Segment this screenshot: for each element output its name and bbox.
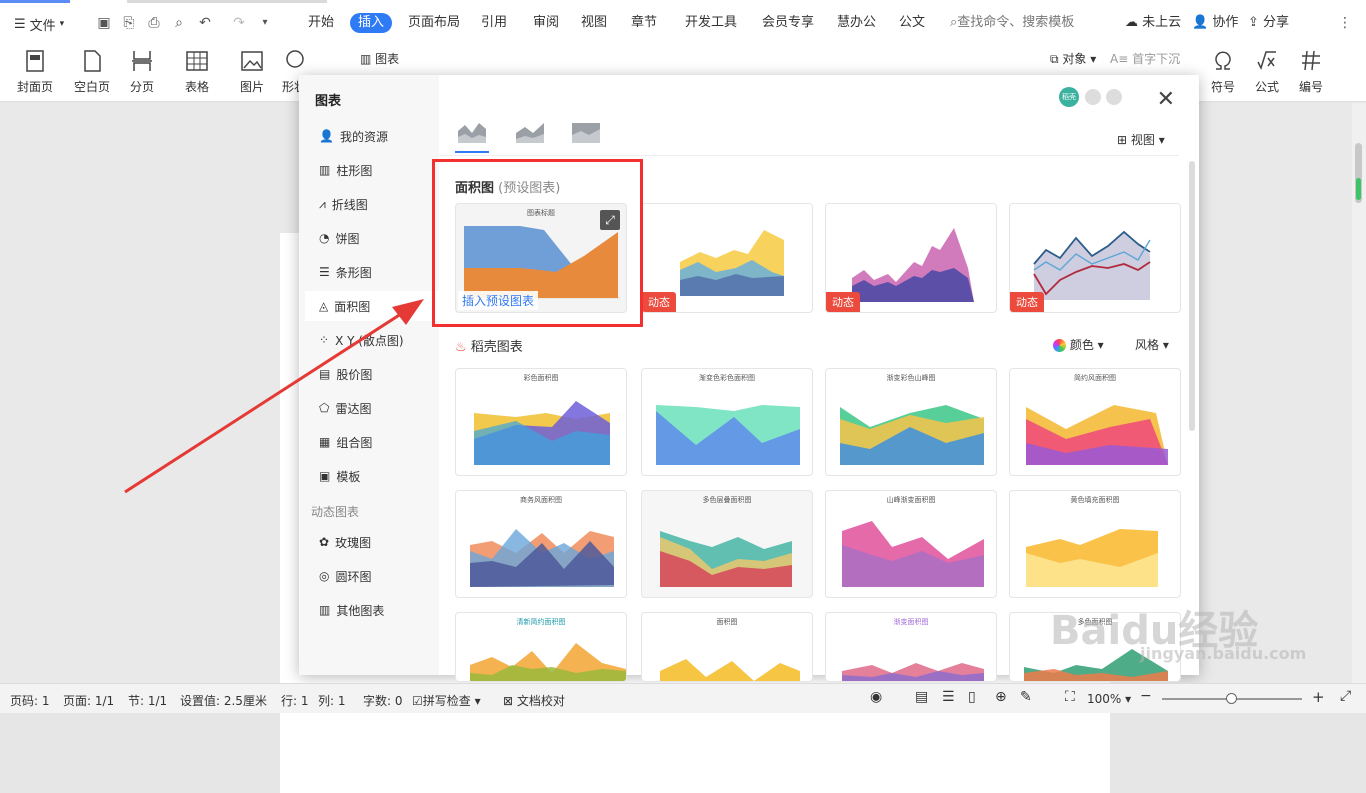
spell-check[interactable]: ☑拼写检查 ▾ [412,692,481,709]
section-info[interactable]: 节: 1/1 [128,692,167,709]
expand-window-icon[interactable]: ⤢ [1340,688,1351,704]
row-info[interactable]: 行: 1 [281,692,309,709]
page-number[interactable]: 页码: 1 [10,692,50,709]
page-view-icon[interactable]: ▤ [915,689,928,705]
read-view-icon[interactable]: ▯ [968,689,976,705]
page-count[interactable]: 页面: 1/1 [63,692,114,709]
outline-view-icon[interactable]: ☰ [942,689,955,705]
status-bar: 页码: 1 页面: 1/1 节: 1/1 设置值: 2.5厘米 行: 1 列: … [0,683,1366,713]
zoom-level[interactable]: 100% ▾ [1087,692,1131,706]
fit-page-icon[interactable]: ⛶ [1065,689,1075,705]
setting-value[interactable]: 设置值: 2.5厘米 [180,692,267,709]
pen-icon[interactable]: ✎ [1020,689,1032,705]
col-info[interactable]: 列: 1 [318,692,346,709]
zoom-slider-thumb[interactable] [1226,693,1237,704]
proof-icon: ⊠ [503,694,514,708]
word-count[interactable]: 字数: 0 [363,692,403,709]
web-view-icon[interactable]: ⊕ [995,689,1007,705]
watermark-url: jingyan.baidu.com [1140,644,1307,663]
eye-icon[interactable]: ◉ [870,689,882,705]
doc-proofread[interactable]: ⊠ 文档校对 [503,692,565,709]
zoom-in-icon[interactable]: + [1312,688,1325,706]
zoom-out-icon[interactable]: − [1140,688,1152,704]
checkbox-icon: ☑ [412,694,423,708]
